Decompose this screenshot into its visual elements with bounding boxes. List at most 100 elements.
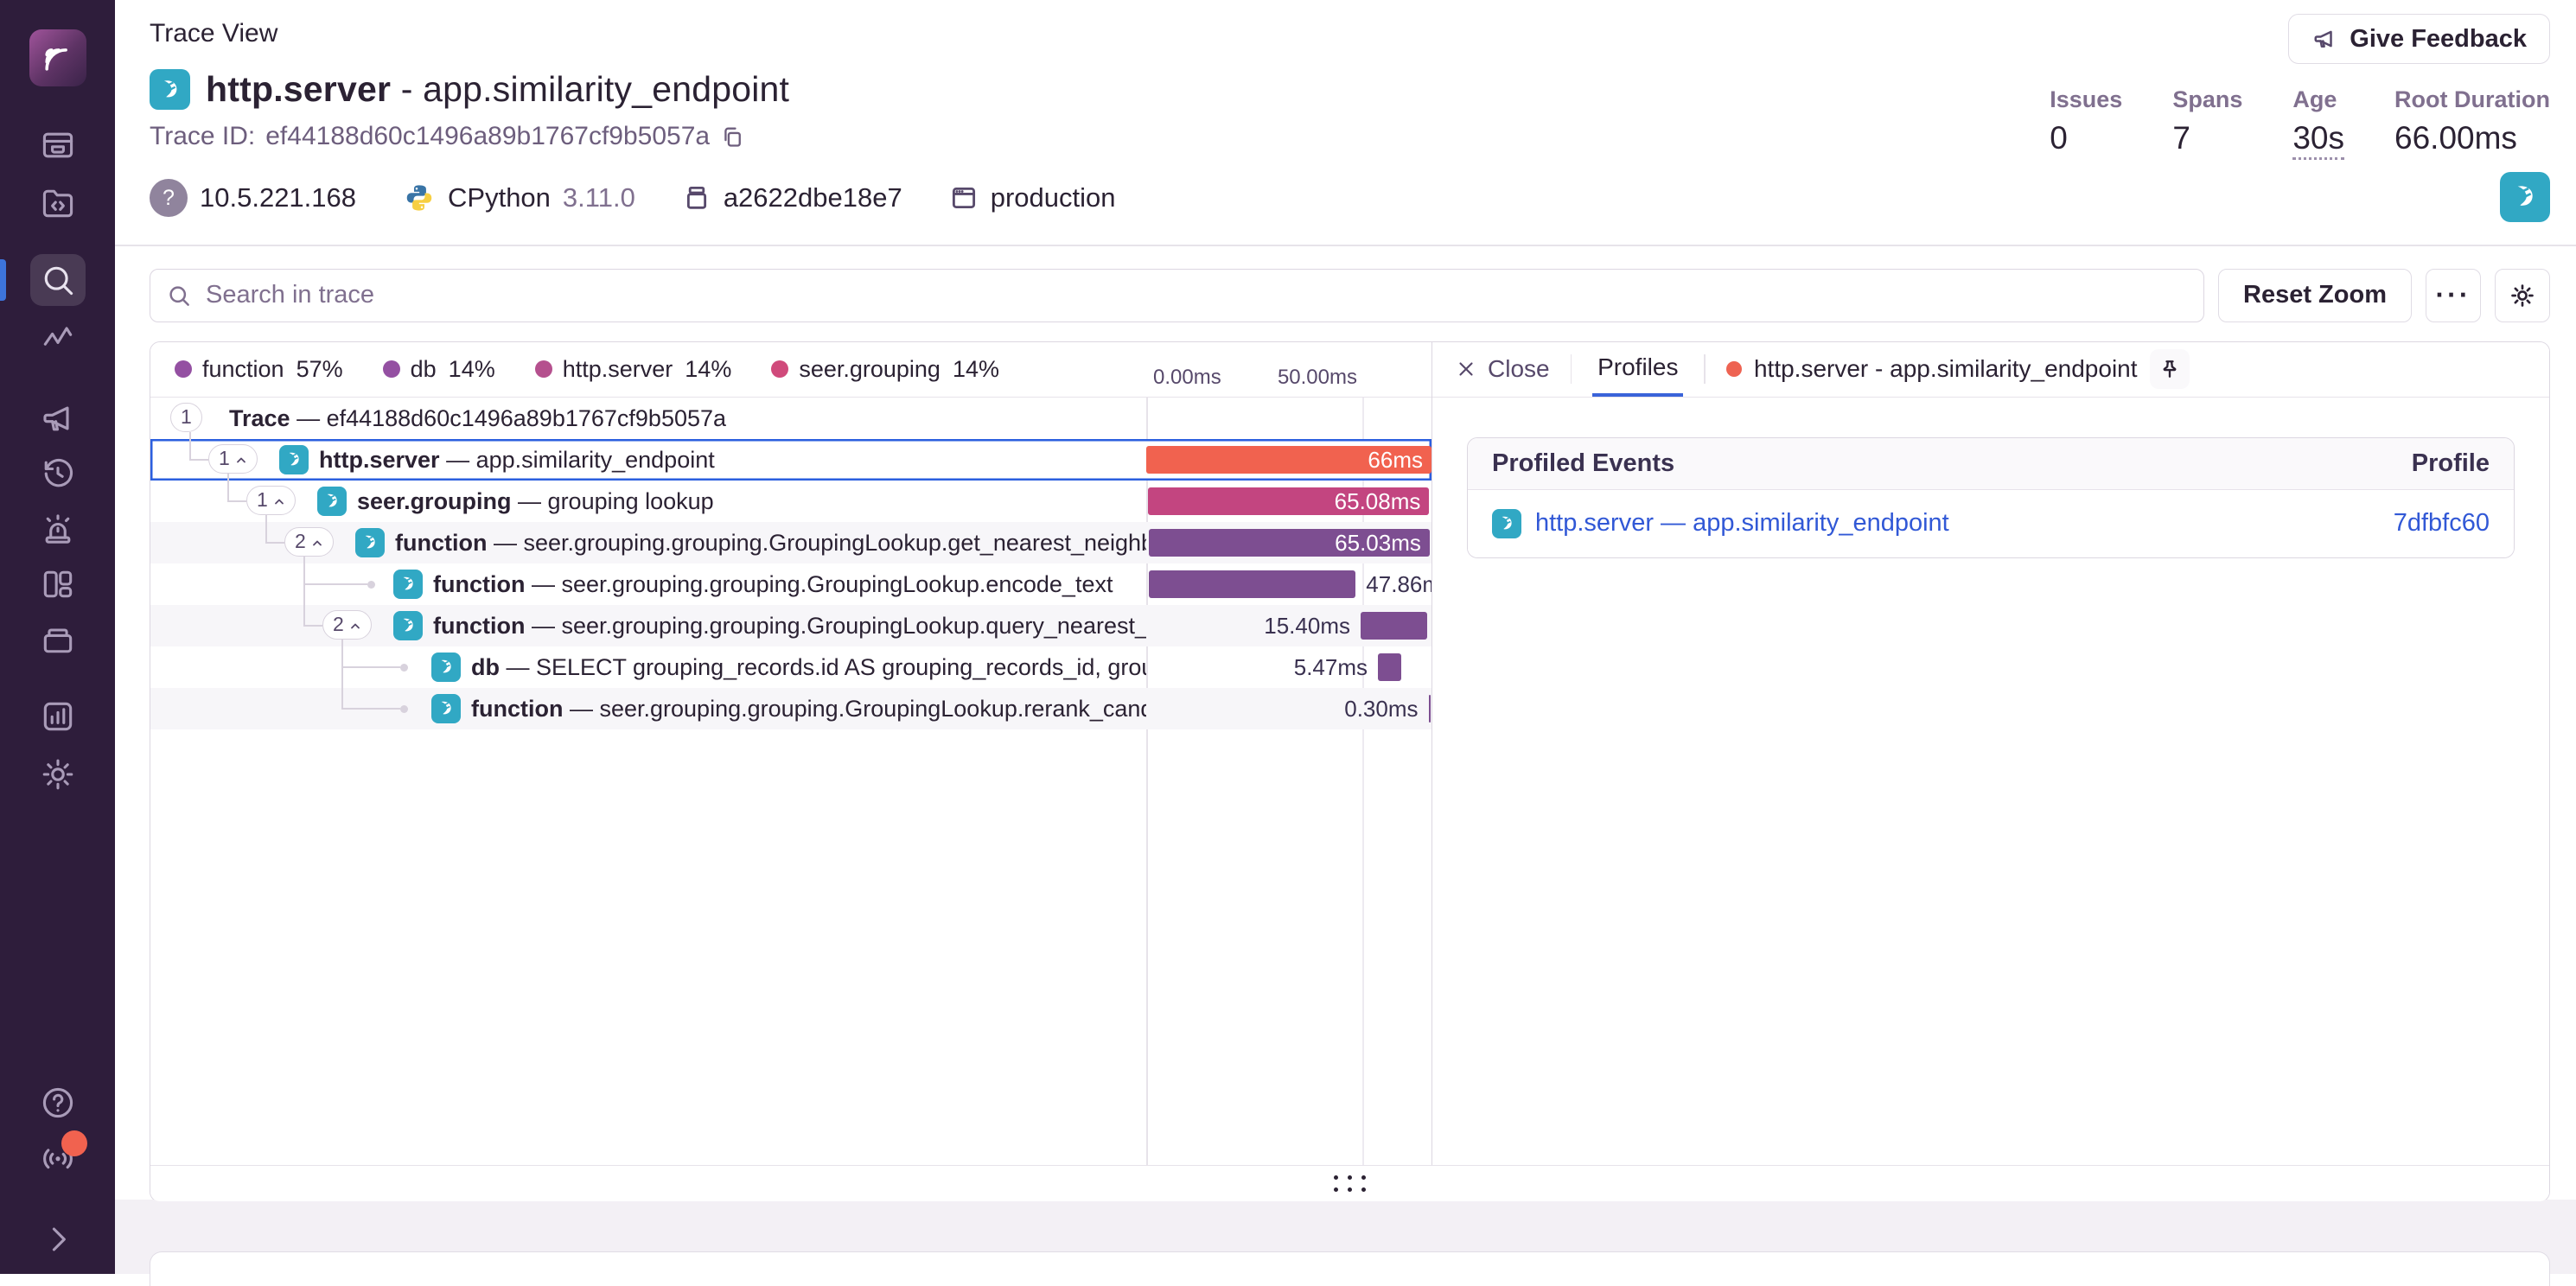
expand-pill[interactable]: 2 <box>322 610 372 640</box>
profiled-event-link[interactable]: http.server — app.similarity_endpoint <box>1535 509 1949 538</box>
span-description: function — seer.grouping.grouping.Groupi… <box>433 563 1113 605</box>
reset-zoom-button[interactable]: Reset Zoom <box>2218 269 2412 322</box>
trace-toolbar: Reset Zoom ··· <box>150 269 2550 322</box>
selected-span-chip[interactable]: http.server - app.similarity_endpoint <box>1726 355 2138 383</box>
sidebar-expand-icon[interactable] <box>39 1220 77 1258</box>
environment-item[interactable]: production <box>949 182 1116 213</box>
sentry-logo-icon[interactable] <box>29 0 86 86</box>
event-meta-row: ?10.5.221.168 CPython3.11.0 a2622dbe18e7 pr… <box>150 172 2550 224</box>
tree-connector <box>189 439 191 460</box>
nav-search-icon[interactable] <box>30 254 86 306</box>
close-panel-button[interactable]: Close <box>1455 355 1550 383</box>
collapse-chevron-icon <box>311 530 323 553</box>
trace-row-function[interactable]: 2 function — seer.grouping.grouping.Group… <box>150 522 1431 563</box>
nav-dashboards-icon[interactable] <box>39 565 77 603</box>
nav-stats-icon[interactable] <box>39 697 77 735</box>
legend-dot <box>771 360 788 378</box>
python-icon <box>403 181 436 214</box>
nav-settings-icon[interactable] <box>39 755 77 793</box>
trace-row-db[interactable]: db — SELECT grouping_records.id AS group… <box>150 646 1431 688</box>
trace-row-function[interactable]: function — seer.grouping.grouping.Groupi… <box>150 688 1431 729</box>
span-project-icon <box>1492 509 1521 538</box>
span-project-icon <box>431 694 461 723</box>
tree-connector <box>303 625 322 627</box>
page-background <box>115 1200 2576 1274</box>
expand-pill[interactable]: 1 <box>208 444 258 474</box>
span-tree: 1 Trace — ef44188d60c1496a89b1767cf9b5057… <box>150 398 1431 729</box>
legend-dot <box>383 360 400 378</box>
span-project-icon <box>279 445 309 474</box>
nav-explore-icon[interactable] <box>39 184 77 222</box>
tree-connector <box>341 688 343 709</box>
page-header: Trace View http.server - app.similarity_… <box>115 0 2576 151</box>
tree-connector-dot <box>400 705 408 713</box>
user-ip-item[interactable]: ?10.5.221.168 <box>150 179 356 217</box>
span-duration-bar <box>1429 695 1431 723</box>
ops-breakdown-legend: function57% db14% http.server14% seer.group… <box>150 342 1146 397</box>
tree-connector <box>341 666 400 668</box>
legend-item-db[interactable]: db14% <box>383 356 495 383</box>
pin-button[interactable] <box>2150 349 2190 389</box>
settings-button[interactable] <box>2495 269 2550 322</box>
megaphone-icon <box>2311 26 2337 52</box>
span-description: Trace — ef44188d60c1496a89b1767cf9b5057a <box>229 398 726 439</box>
nav-feedback-icon[interactable] <box>39 399 77 437</box>
nav-traces-icon[interactable] <box>39 318 77 356</box>
give-feedback-button[interactable]: Give Feedback <box>2288 14 2550 64</box>
legend-item-function[interactable]: function57% <box>175 356 343 383</box>
legend-dot <box>535 360 552 378</box>
span-project-icon <box>393 570 423 599</box>
tree-connector <box>227 500 246 502</box>
span-description: db — SELECT grouping_records.id AS group… <box>471 646 1146 688</box>
profiled-event-row[interactable]: http.server — app.similarity_endpoint 7df… <box>1468 490 2514 557</box>
trace-row-function[interactable]: 2function — seer.grouping.grouping.Group… <box>150 605 1431 646</box>
tree-connector-dot <box>400 664 408 672</box>
nav-replays-icon[interactable] <box>39 455 77 493</box>
expand-pill[interactable]: 2 <box>284 527 334 557</box>
active-nav-tile[interactable] <box>30 254 86 306</box>
collapse-chevron-icon <box>273 488 285 512</box>
release-item[interactable]: a2622dbe18e7 <box>682 182 902 213</box>
nav-broadcasts-icon[interactable] <box>39 1137 77 1175</box>
trace-row-http-server[interactable]: 1 http.server — app.similarity_endpoint 66… <box>150 439 1431 481</box>
trace-row-function[interactable]: function — seer.grouping.grouping.Groupi… <box>150 563 1431 605</box>
nav-releases-icon[interactable] <box>39 621 77 659</box>
span-description: function — seer.grouping.grouping.Groupi… <box>395 522 1146 563</box>
span-duration-label: 15.40ms <box>1264 605 1350 646</box>
span-description: http.server — app.similarity_endpoint <box>319 439 715 481</box>
search-input[interactable] <box>204 280 2188 310</box>
tree-connector-dot <box>367 581 375 589</box>
profiled-events-table: Profiled Events Profile http.server — ap… <box>1467 437 2515 558</box>
stat-root-duration: Root Duration66.00ms <box>2394 86 2550 156</box>
trace-title: http.server - app.similarity_endpoint <box>206 69 789 110</box>
expand-pill[interactable]: 1 <box>246 486 296 515</box>
runtime-item[interactable]: CPython3.11.0 <box>403 181 635 214</box>
copy-icon[interactable] <box>720 124 744 149</box>
nav-alerts-icon[interactable] <box>39 510 77 548</box>
legend-item-seer-grouping[interactable]: seer.grouping14% <box>771 356 999 383</box>
trace-transaction: app.similarity_endpoint <box>423 69 789 109</box>
expand-pill[interactable]: 1 <box>170 403 202 432</box>
axis-tick-50ms: 50.00ms <box>1146 366 1357 390</box>
nav-help-icon[interactable] <box>39 1084 77 1122</box>
trace-row-seer-grouping[interactable]: 1seer.grouping — grouping lookup65.08ms <box>150 481 1431 522</box>
tree-connector <box>341 640 343 646</box>
tree-connector <box>303 557 305 563</box>
profile-id-link[interactable]: 7dfbfc60 <box>2394 509 2490 538</box>
span-project-icon <box>431 653 461 682</box>
header-right: Give Feedback Issues0Spans7Age30sRoot Du… <box>2050 14 2550 156</box>
span-project-icon <box>317 487 347 516</box>
legend-item-http-server[interactable]: http.server14% <box>535 356 732 383</box>
tree-connector <box>265 522 267 543</box>
stat-issues: Issues0 <box>2050 86 2122 156</box>
nav-issues-icon[interactable] <box>39 126 77 164</box>
span-duration-label: 66ms <box>1146 439 1423 481</box>
span-duration-bar <box>1361 612 1427 640</box>
tab-profiles[interactable]: Profiles <box>1592 341 1683 397</box>
sentry-logo-tile[interactable] <box>29 29 86 86</box>
trace-row-trace[interactable]: 1 Trace — ef44188d60c1496a89b1767cf9b5057… <box>150 398 1431 439</box>
project-avatar[interactable] <box>2500 172 2550 222</box>
more-options-button[interactable]: ··· <box>2426 269 2481 322</box>
drag-handle[interactable] <box>1334 1175 1366 1192</box>
trace-waterfall-panel: function57% db14% http.server14% seer.group… <box>150 341 2550 1202</box>
